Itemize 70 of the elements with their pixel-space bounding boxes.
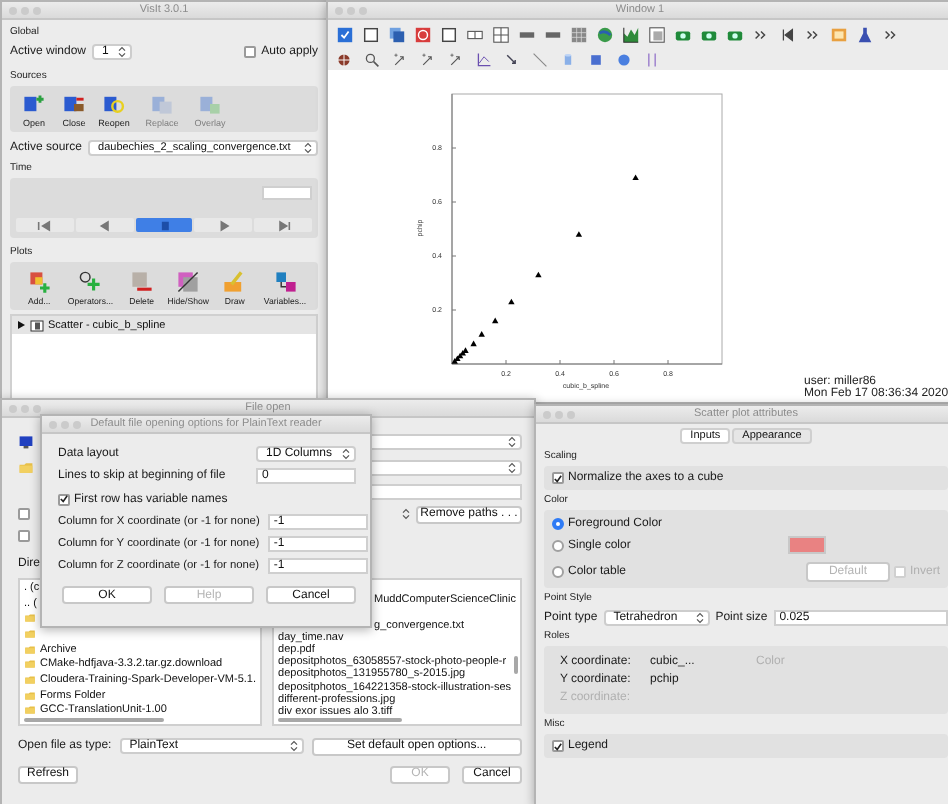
double-arrow-icon[interactable] bbox=[752, 25, 770, 43]
scrollbar[interactable] bbox=[24, 718, 164, 722]
monitor-icon[interactable] bbox=[18, 433, 34, 449]
cube-icon[interactable] bbox=[588, 51, 604, 67]
data-point bbox=[478, 331, 485, 337]
chevron-icon[interactable] bbox=[508, 435, 516, 447]
playback-button[interactable] bbox=[16, 218, 74, 232]
playback-button[interactable] bbox=[75, 218, 134, 232]
stepper-icon[interactable] bbox=[402, 508, 410, 520]
checkbox[interactable] bbox=[18, 529, 30, 541]
radio-button[interactable] bbox=[552, 565, 564, 577]
step-back-icon bbox=[36, 219, 53, 231]
play-icon bbox=[215, 219, 232, 231]
stepper-icon[interactable] bbox=[304, 141, 312, 153]
sphere-icon[interactable] bbox=[616, 51, 632, 67]
camera-icon[interactable] bbox=[674, 25, 692, 43]
four-panel-icon[interactable] bbox=[492, 25, 510, 43]
checkbox[interactable] bbox=[552, 472, 564, 484]
double-arrow-icon[interactable] bbox=[804, 25, 822, 43]
square-icon[interactable] bbox=[362, 25, 380, 43]
magnifier-icon[interactable] bbox=[364, 51, 380, 67]
bracket-icon[interactable] bbox=[644, 51, 660, 67]
globe-icon[interactable] bbox=[596, 25, 614, 43]
camera-icon[interactable] bbox=[700, 25, 718, 43]
plot-visibility-icon[interactable] bbox=[30, 319, 44, 331]
scrollbar[interactable] bbox=[278, 718, 403, 722]
copy-icon[interactable] bbox=[388, 25, 406, 43]
diagonal-arrow-icon[interactable] bbox=[504, 51, 520, 67]
plus-arrow-icon[interactable] bbox=[448, 51, 464, 67]
checkbox[interactable] bbox=[243, 46, 256, 58]
expand-icon[interactable] bbox=[16, 320, 26, 330]
double-arrow-icon[interactable] bbox=[882, 25, 900, 43]
axes-icon[interactable] bbox=[476, 51, 492, 67]
checked-square-icon[interactable] bbox=[336, 25, 354, 43]
playback-button[interactable] bbox=[254, 218, 312, 232]
play-backward-icon bbox=[96, 219, 113, 231]
checkbox[interactable] bbox=[552, 740, 564, 752]
step-forward-icon bbox=[275, 219, 292, 231]
checkbox[interactable] bbox=[18, 508, 30, 520]
camera-icon[interactable] bbox=[726, 25, 744, 43]
playback-button[interactable] bbox=[194, 218, 253, 232]
checkbox[interactable] bbox=[58, 493, 70, 505]
plus-arrow-icon[interactable] bbox=[420, 51, 436, 67]
data-point bbox=[535, 271, 542, 278]
chevron-icon[interactable] bbox=[508, 461, 516, 473]
data-point bbox=[492, 317, 499, 324]
data-point bbox=[632, 174, 639, 181]
playback-button[interactable] bbox=[135, 218, 193, 232]
radio-button[interactable] bbox=[552, 539, 564, 551]
stepper-icon[interactable] bbox=[289, 740, 298, 752]
path-field[interactable] bbox=[366, 483, 522, 499]
two-panel-icon[interactable] bbox=[466, 25, 484, 43]
step-back-icon[interactable] bbox=[778, 25, 796, 43]
window-icon[interactable] bbox=[648, 25, 666, 43]
line-icon[interactable] bbox=[532, 51, 548, 67]
color-swatch[interactable] bbox=[788, 536, 826, 554]
data-point bbox=[508, 298, 515, 305]
time-field[interactable] bbox=[262, 186, 312, 200]
flask-icon[interactable] bbox=[856, 25, 874, 43]
radio-button[interactable] bbox=[552, 517, 564, 529]
grid-icon[interactable] bbox=[570, 25, 588, 43]
chart-icon[interactable] bbox=[622, 25, 640, 43]
plus-arrow-icon[interactable] bbox=[392, 51, 408, 67]
square-icon[interactable] bbox=[440, 25, 458, 43]
stepper-icon[interactable] bbox=[695, 611, 704, 623]
crosshair-icon[interactable] bbox=[336, 51, 352, 67]
scrollbar[interactable] bbox=[514, 656, 518, 674]
stepper-icon[interactable] bbox=[342, 448, 350, 460]
data-point bbox=[575, 231, 583, 237]
stepper-icon[interactable] bbox=[118, 46, 127, 58]
